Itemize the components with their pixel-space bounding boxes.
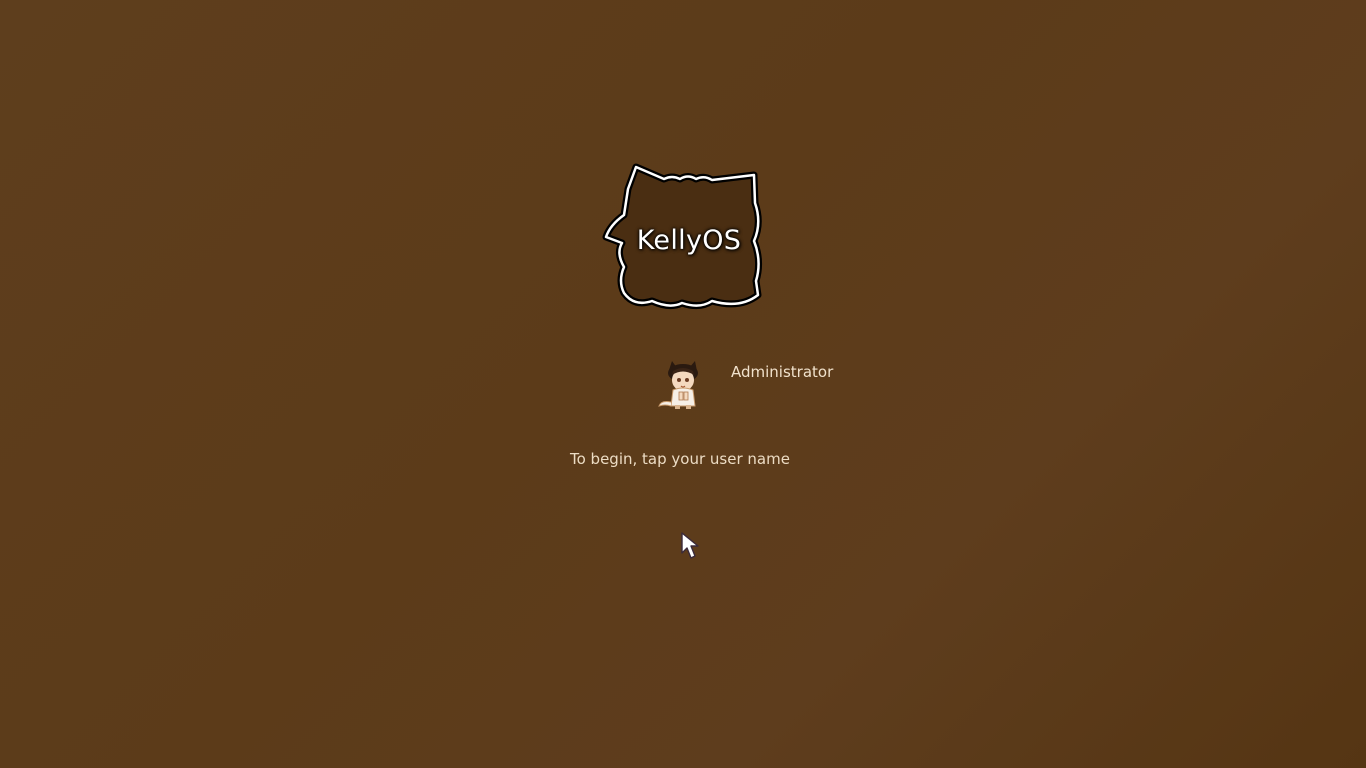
- cat-girl-avatar-icon: [658, 361, 698, 409]
- mouse-pointer-icon: [681, 532, 699, 559]
- kellyos-logo: KellyOS: [600, 163, 766, 311]
- user-tile-administrator[interactable]: Administrator: [655, 358, 833, 412]
- logo-text: KellyOS: [636, 225, 742, 256]
- user-name-label[interactable]: Administrator: [731, 363, 833, 381]
- login-hint-text: To begin, tap your user name: [570, 450, 790, 468]
